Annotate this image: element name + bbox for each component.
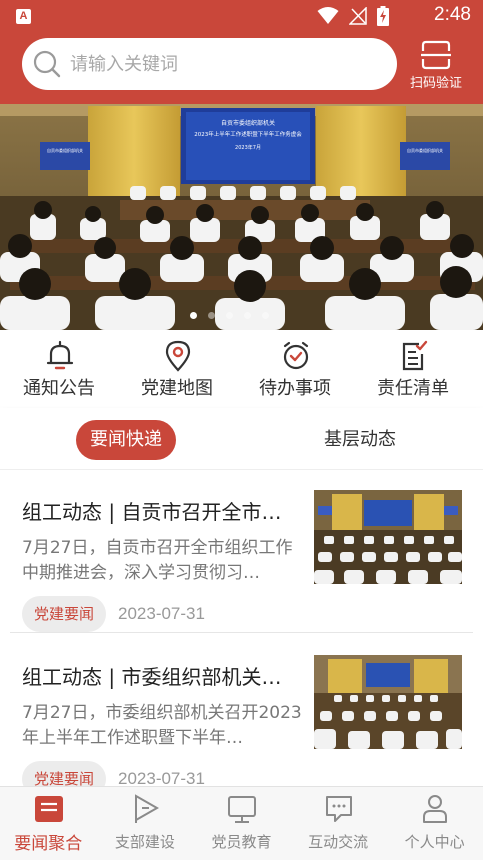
- news-summary: 7月27日，市委组织部机关召开2023年上半年工作述职暨下半年…: [22, 703, 302, 748]
- app-notification-icon: A: [16, 9, 31, 24]
- quick-nav-party-map[interactable]: 党建地图: [118, 330, 236, 408]
- search-box[interactable]: [22, 38, 397, 90]
- news-title: 组工动态 | 市委组织部机关…: [22, 665, 282, 689]
- scan-verify-button[interactable]: 扫码验证: [404, 38, 468, 94]
- bottom-nav-branch[interactable]: 支部建设: [97, 787, 194, 860]
- checklist-icon: [402, 340, 428, 371]
- quick-nav-label: 责任清单: [377, 378, 449, 399]
- search-input[interactable]: [70, 50, 380, 78]
- banner-screen-title: 自贡市委组织部机关: [220, 120, 275, 127]
- banner-carousel[interactable]: 自贡市委组织部机关 2023年上半年工作述职暨下半年工作务虚会 2023年7月 …: [0, 104, 483, 330]
- carousel-dot[interactable]: [226, 312, 233, 319]
- bottom-nav-news[interactable]: 要闻聚合: [0, 787, 97, 860]
- news-tag: 党建要闻: [22, 761, 107, 786]
- bottom-nav-label: 互动交流: [308, 833, 369, 851]
- status-time: 2:48: [434, 4, 471, 25]
- quick-nav-notice[interactable]: 通知公告: [0, 330, 118, 408]
- carousel-indicator[interactable]: [190, 312, 269, 319]
- news-icon: [35, 796, 63, 822]
- quick-nav-todo[interactable]: 待办事项: [236, 330, 354, 408]
- news-thumbnail-image: [314, 655, 462, 749]
- news-item[interactable]: 组工动态 | 自贡市召开全市… 7月27日，自贡市召开全市组织工作中期推进会，深…: [10, 470, 473, 633]
- bottom-nav-interaction[interactable]: 互动交流: [290, 787, 387, 860]
- tab-grassroots-news[interactable]: 基层动态: [310, 420, 410, 460]
- bottom-nav-label: 支部建设: [114, 833, 175, 851]
- tab-news-express[interactable]: 要闻快递: [76, 420, 176, 460]
- quick-nav-label: 待办事项: [259, 378, 331, 399]
- person-icon: [423, 795, 448, 823]
- news-item[interactable]: 组工动态 | 市委组织部机关… 7月27日，市委组织部机关召开2023年上半年工…: [10, 635, 473, 786]
- battery-charging-icon: [377, 6, 389, 26]
- quick-nav: 通知公告 党建地图 待办事项 责任清单: [0, 330, 483, 408]
- news-tabs: 要闻快递 基层动态: [0, 408, 483, 470]
- scan-verify-label: 扫码验证: [409, 76, 462, 91]
- quick-nav-label: 通知公告: [23, 378, 95, 399]
- banner-side-screen-left: 自贡市委组织部机关: [47, 148, 83, 153]
- carousel-dot[interactable]: [208, 312, 215, 319]
- carousel-dot[interactable]: [262, 312, 269, 319]
- bottom-nav-education[interactable]: 党员教育: [193, 787, 290, 860]
- news-thumbnail-image: [314, 490, 462, 584]
- news-list: 组工动态 | 自贡市召开全市… 7月27日，自贡市召开全市组织工作中期推进会，深…: [0, 470, 483, 786]
- bottom-nav-label: 个人中心: [404, 833, 465, 851]
- bottom-nav-profile[interactable]: 个人中心: [386, 787, 483, 860]
- monitor-icon: [228, 796, 257, 823]
- news-summary: 7月27日，自贡市召开全市组织工作中期推进会，深入学习贯彻习…: [22, 538, 293, 583]
- banner-screen-date: 2023年7月: [235, 145, 261, 151]
- bottom-nav: 要闻聚合 支部建设 党员教育 互动交流 个人中心: [0, 786, 483, 860]
- news-thumbnail: [314, 490, 462, 584]
- news-tag: 党建要闻: [22, 596, 107, 632]
- scan-icon: [421, 40, 451, 70]
- no-signal-icon: [349, 7, 367, 25]
- carousel-dot[interactable]: [190, 312, 197, 319]
- bell-icon: [46, 340, 74, 370]
- news-thumbnail: [314, 655, 462, 749]
- news-date: 2023-07-31: [118, 604, 205, 623]
- quick-nav-label: 党建地图: [141, 378, 213, 399]
- quick-nav-responsibility-list[interactable]: 责任清单: [354, 330, 472, 408]
- flag-icon: [134, 794, 159, 823]
- search-icon: [33, 50, 61, 78]
- bottom-nav-label: 党员教育: [211, 833, 272, 851]
- bottom-nav-label: 要闻聚合: [14, 834, 83, 854]
- news-title: 组工动态 | 自贡市召开全市…: [22, 500, 282, 524]
- header-bar: 扫码验证: [0, 32, 483, 104]
- alarm-clock-icon: [283, 341, 309, 370]
- map-pin-icon: [165, 340, 191, 372]
- status-bar: A 2:48: [0, 0, 483, 32]
- status-icons: [317, 6, 389, 26]
- chat-icon: [325, 796, 352, 822]
- banner-side-screen-right: 自贡市委组织部机关: [407, 148, 443, 153]
- wifi-icon: [317, 7, 339, 24]
- carousel-dot[interactable]: [244, 312, 251, 319]
- news-date: 2023-07-31: [118, 769, 205, 786]
- banner-screen-subtitle: 2023年上半年工作述职暨下半年工作务虚会: [194, 132, 302, 138]
